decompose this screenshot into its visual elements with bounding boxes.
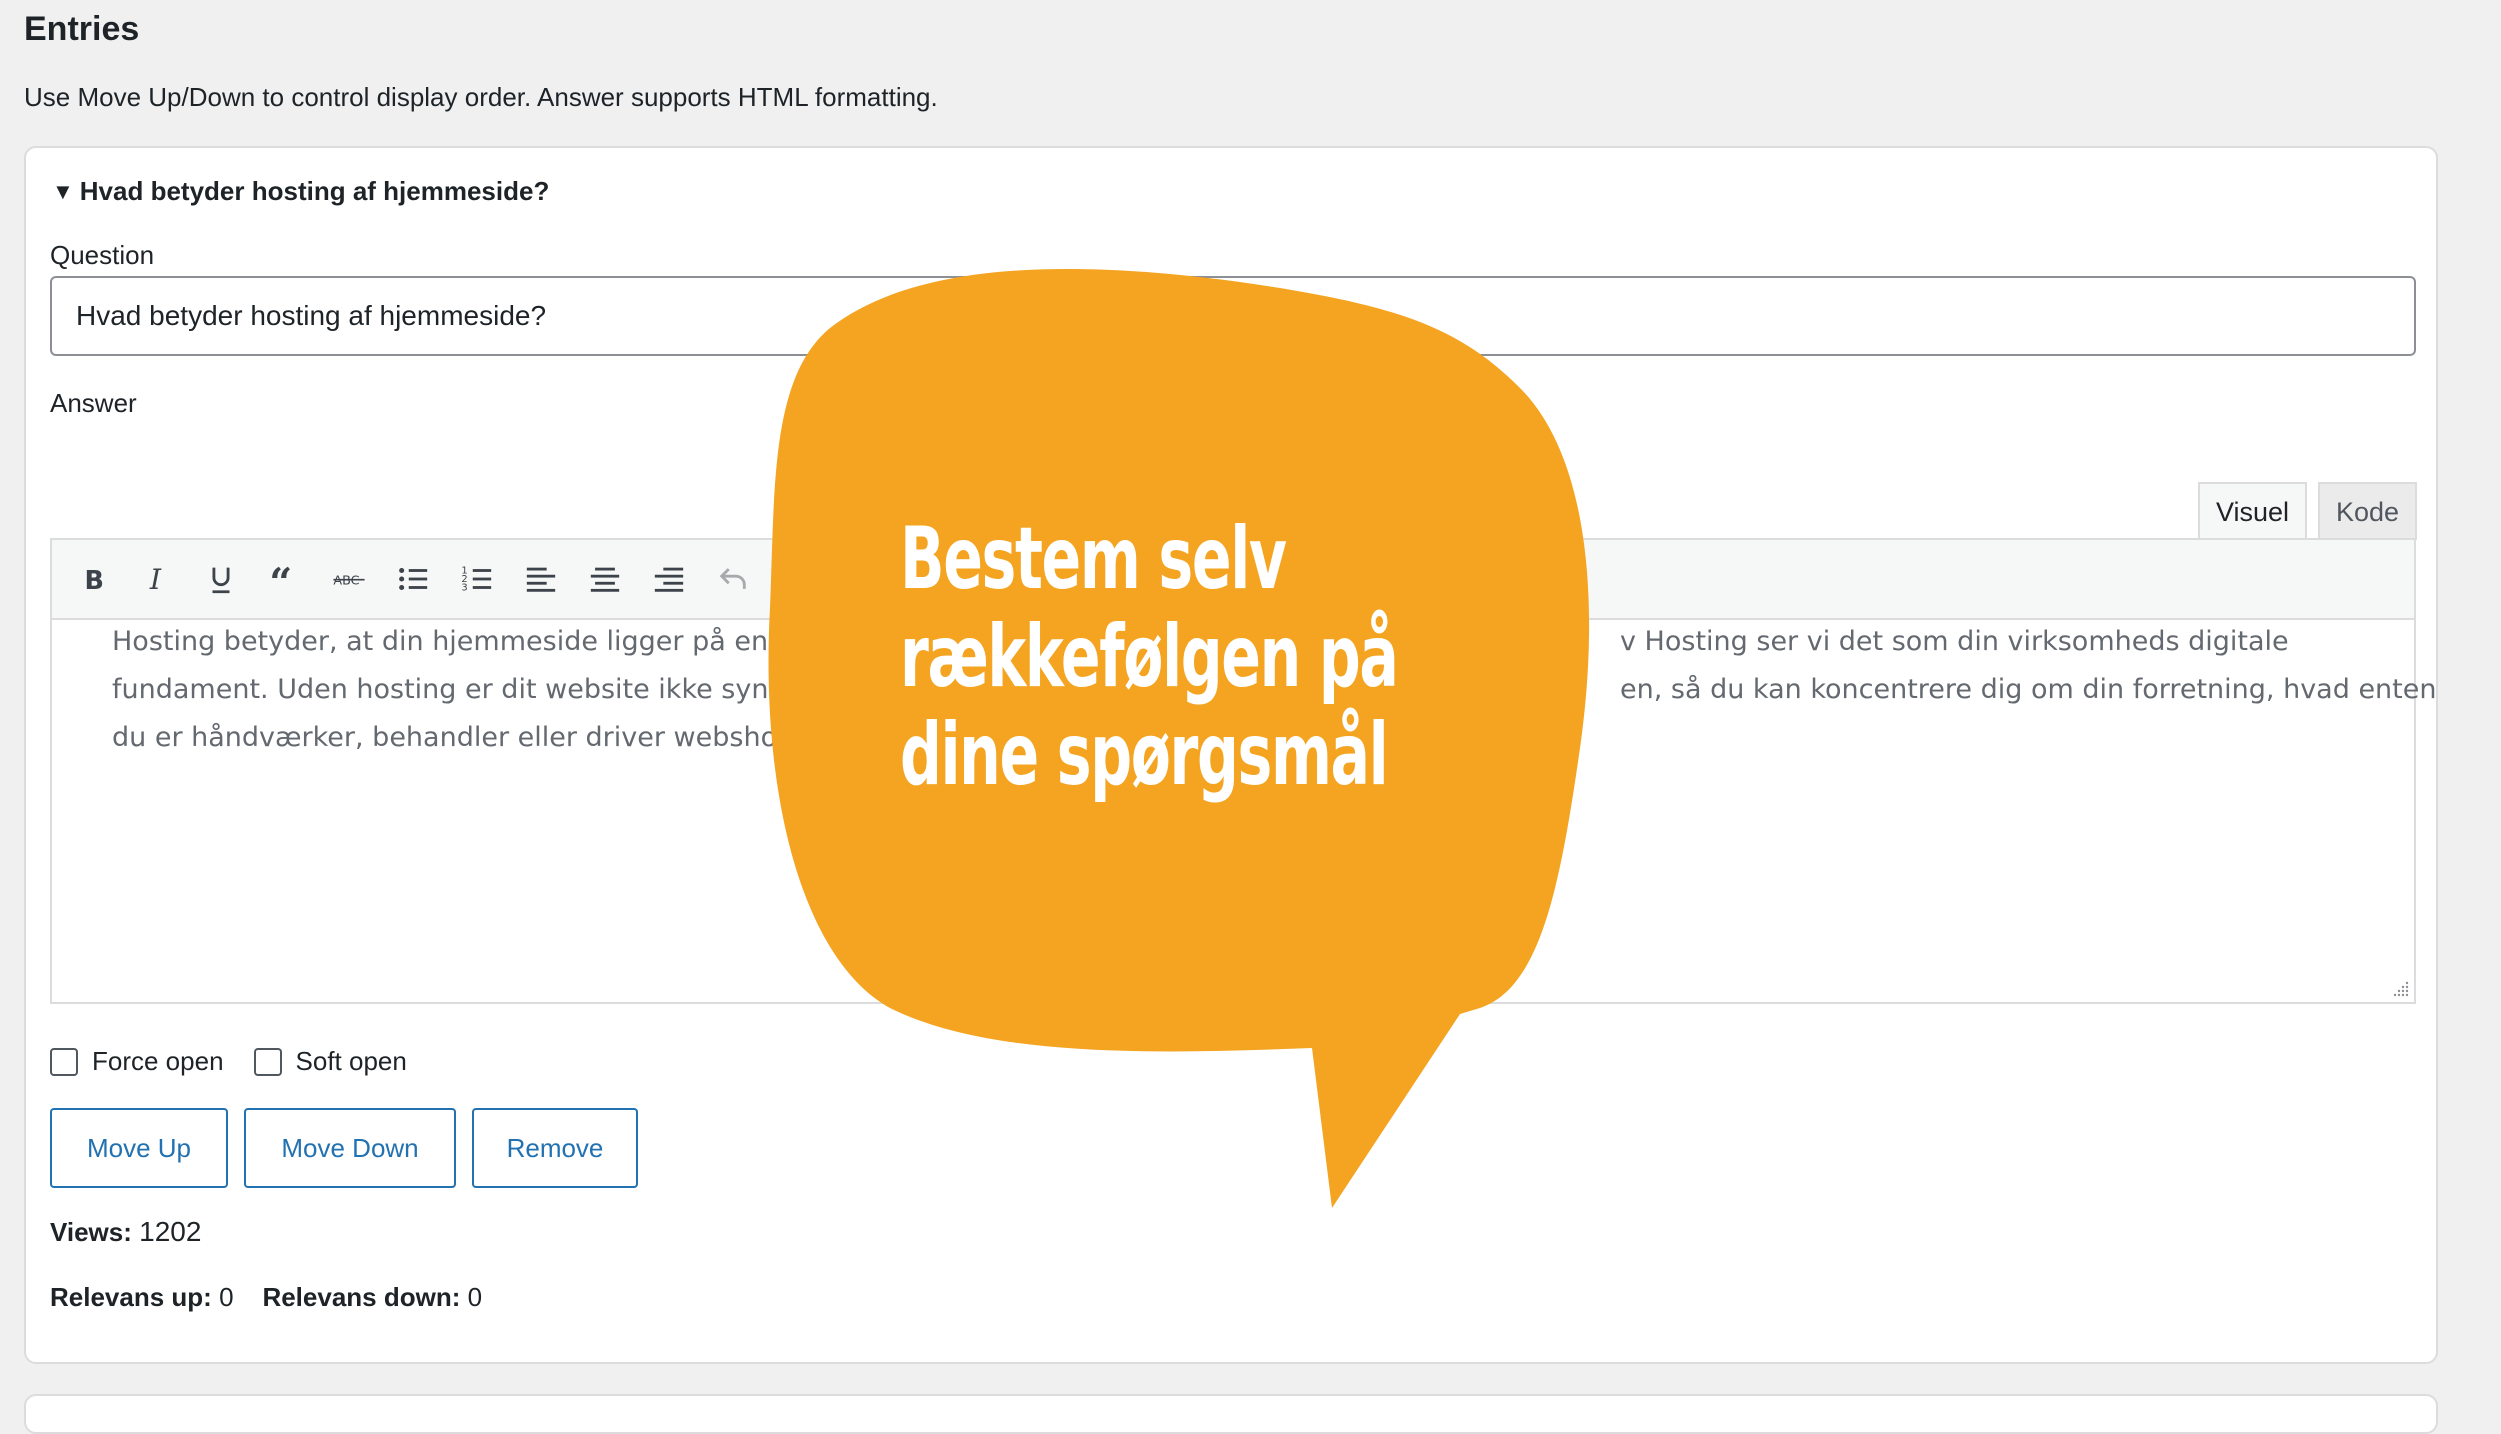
blockquote-icon[interactable]: “ <box>262 556 308 602</box>
tab-visual[interactable]: Visuel <box>2198 482 2308 540</box>
entry-summary-toggle[interactable]: ▼ Hvad betyder hosting af hjemmeside? <box>52 176 549 207</box>
svg-text:3: 3 <box>461 582 467 593</box>
bold-icon[interactable]: B <box>70 556 116 602</box>
svg-text:“: “ <box>269 562 292 596</box>
next-entry-card <box>24 1394 2438 1434</box>
relevans-down-value: 0 <box>467 1282 483 1312</box>
strikethrough-icon[interactable]: ABC <box>326 556 372 602</box>
open-options: Force open Soft open <box>50 1046 423 1077</box>
answer-line-3: du er håndværker, behandler eller driver… <box>112 722 803 753</box>
answer-line-2-right: en, så du kan koncentrere dig om din for… <box>1620 674 2437 705</box>
callout-line-1: Bestem selv <box>900 509 1287 609</box>
answer-line-1: Hosting betyder, at din hjemmeside ligge… <box>112 626 808 657</box>
soft-open-checkbox[interactable] <box>253 1047 282 1076</box>
bullet-list-icon[interactable] <box>390 556 436 602</box>
svg-text:ABC: ABC <box>333 574 359 589</box>
entry-summary-label: Hvad betyder hosting af hjemmeside? <box>79 176 550 206</box>
relevans-up-value: 0 <box>219 1282 234 1312</box>
svg-text:B: B <box>85 566 104 596</box>
align-left-icon[interactable] <box>518 556 564 602</box>
caret-down-icon: ▼ <box>52 178 74 204</box>
relevans-up-label: Relevans up: <box>50 1282 212 1312</box>
undo-icon[interactable] <box>710 556 756 602</box>
align-right-icon[interactable] <box>646 556 692 602</box>
svg-text:I: I <box>149 563 162 596</box>
callout-line-3: dine spørgsmål <box>900 705 1389 805</box>
callout-line-2: rækkefølgen på <box>900 607 1399 707</box>
soft-open-label: Soft open <box>295 1046 407 1076</box>
callout-text: Bestem selv rækkefølgen på dine spørgsmå… <box>900 509 1399 805</box>
italic-icon[interactable]: I <box>134 556 180 602</box>
move-up-button[interactable]: Move Up <box>50 1108 228 1188</box>
views-stat: Views: 1202 <box>50 1216 201 1248</box>
move-down-button[interactable]: Move Down <box>244 1108 456 1188</box>
section-title: Entries <box>24 10 140 48</box>
relevans-stat: Relevans up: 0 Relevans down: 0 <box>50 1282 482 1313</box>
relevans-down-label: Relevans down: <box>262 1282 461 1312</box>
question-label: Question <box>50 240 155 270</box>
force-open-label: Force open <box>92 1046 224 1076</box>
remove-button[interactable]: Remove <box>472 1108 638 1188</box>
views-value: 1202 <box>139 1216 202 1247</box>
numbered-list-icon[interactable]: 123 <box>454 556 500 602</box>
underline-icon[interactable] <box>198 556 244 602</box>
tab-code[interactable]: Kode <box>2318 482 2418 540</box>
answer-label: Answer <box>50 388 137 418</box>
resize-handle-icon[interactable] <box>2390 978 2410 998</box>
answer-line-1-right: v Hosting ser vi det som din virksomheds… <box>1620 626 2289 657</box>
force-open-checkbox[interactable] <box>50 1047 78 1076</box>
answer-line-2: fundament. Uden hosting er dit website i… <box>112 674 801 705</box>
views-label: Views: <box>50 1217 132 1247</box>
align-center-icon[interactable] <box>582 556 628 602</box>
section-intro: Use Move Up/Down to control display orde… <box>24 82 938 112</box>
